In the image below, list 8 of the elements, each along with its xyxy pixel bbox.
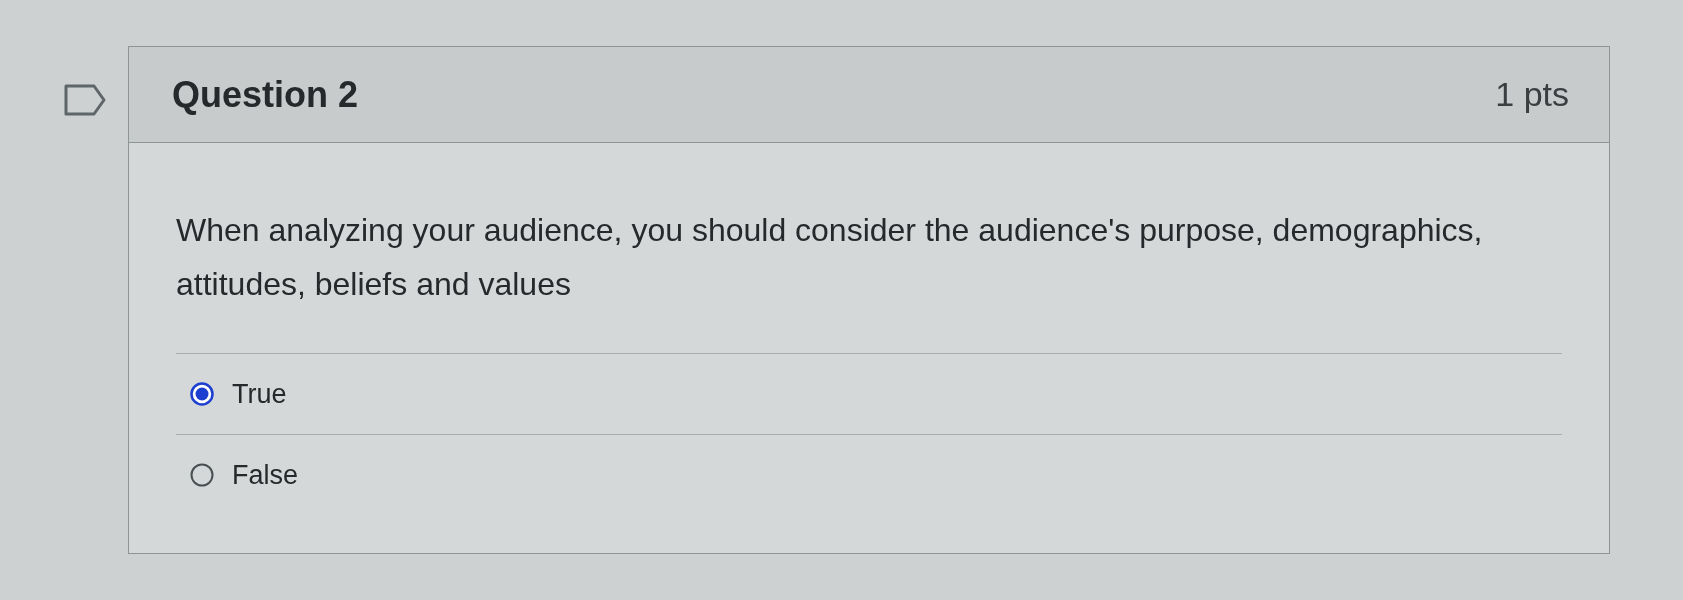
flag-icon[interactable] <box>64 84 106 116</box>
answer-label: False <box>232 458 299 492</box>
points-label: 1 pts <box>1495 74 1569 115</box>
question-text: When analyzing your audience, you should consider the audience's purpose, demographics, attitudes, beliefs and values <box>176 211 1484 304</box>
answer-label: True <box>232 377 287 411</box>
radio-button[interactable] <box>190 463 214 487</box>
question-title: Question 2 <box>172 72 359 117</box>
radio-button[interactable] <box>190 382 214 406</box>
